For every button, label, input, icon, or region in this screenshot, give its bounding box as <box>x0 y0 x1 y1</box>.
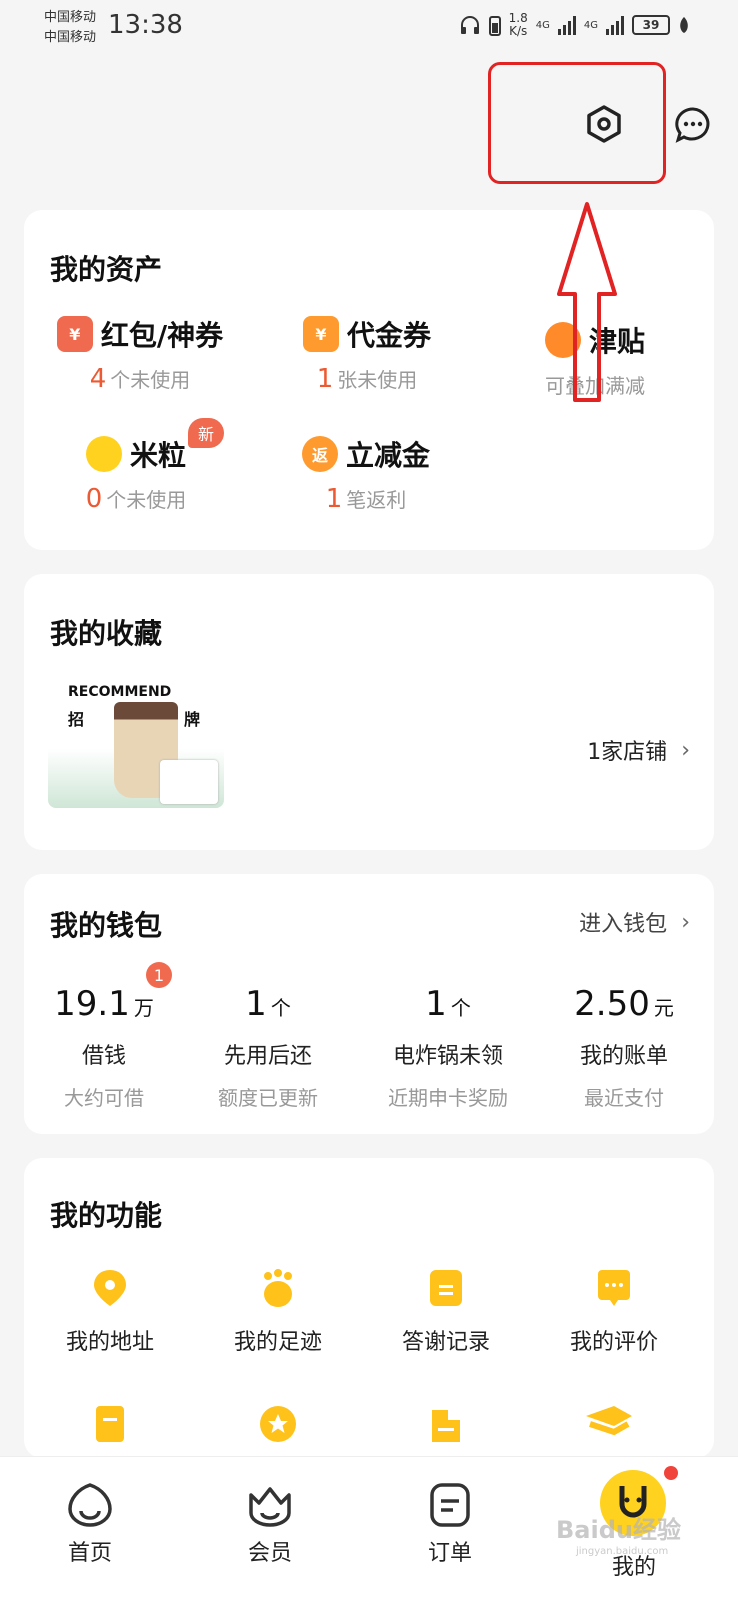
func-review[interactable]: 我的评价 <box>544 1268 684 1356</box>
asset-rebate[interactable]: 返立减金 1 笔返利 <box>296 434 436 514</box>
status-icons: 1.8 K/s 4G 4G 39 <box>459 12 690 38</box>
chevron-right-icon: › <box>681 737 690 763</box>
watermark: Baidu经验 <box>556 1516 681 1544</box>
tab-home[interactable]: 首页 <box>40 1481 140 1567</box>
wallet-loan[interactable]: 19.1 万 借钱 大约可借 <box>34 984 174 1111</box>
enter-wallet-link[interactable]: 进入钱包 › <box>579 906 690 938</box>
paw-icon <box>264 1269 292 1307</box>
watermark-url: jingyan.baidu.com <box>576 1546 669 1557</box>
network-speed: 1.8 K/s <box>508 11 528 38</box>
crown-face-icon <box>249 1487 291 1527</box>
func-footprint[interactable]: 我的足迹 <box>208 1268 348 1356</box>
assets-title: 我的资产 <box>50 253 163 286</box>
red-packet-icon: ¥ <box>56 316 93 352</box>
asset-rice[interactable]: 米粒 0 个未使用 <box>76 434 196 514</box>
receipt-icon[interactable] <box>90 1404 130 1444</box>
star-icon[interactable] <box>258 1404 298 1444</box>
func-thanks[interactable]: 答谢记录 <box>376 1268 516 1356</box>
asset-voucher[interactable]: ¥ 代金券 1 张未使用 <box>292 314 442 394</box>
battery-icon: 39 <box>632 15 670 35</box>
phone-battery-icon <box>488 16 501 36</box>
func-address[interactable]: 我的地址 <box>40 1268 180 1356</box>
annotation-arrow-icon <box>557 202 617 402</box>
functions-title: 我的功能 <box>50 1199 163 1232</box>
favorites-title: 我的收藏 <box>50 617 163 650</box>
wallet-fryer[interactable]: 1个 电炸锅未领 近期申卡奖励 <box>368 984 528 1111</box>
home-face-icon <box>68 1483 112 1527</box>
new-badge: 新 <box>188 418 224 448</box>
document-icon <box>430 1270 462 1306</box>
wallet-bill[interactable]: 2.50 元 我的账单 最近支付 <box>554 984 694 1111</box>
headphones-icon <box>460 16 479 34</box>
status-bar: 中国移动 中国移动 13:38 1.8 K/s 4G 4G 39 <box>0 0 738 56</box>
leaf-icon <box>680 17 688 33</box>
rice-icon <box>85 436 122 472</box>
favorite-shop-image[interactable]: RECOMMEND 招 牌 <box>48 676 224 808</box>
tab-member[interactable]: 会员 <box>220 1481 320 1567</box>
functions-card: 我的功能 我的地址 我的足迹 答谢记录 我的评价 <box>24 1158 714 1458</box>
chevron-right-icon: › <box>681 909 690 935</box>
delivery-icon[interactable] <box>584 1402 634 1442</box>
network-type-1: 4G <box>535 19 550 31</box>
location-icon <box>94 1270 126 1306</box>
wallet-card: 我的钱包 进入钱包 › 19.1 万 借钱 大约可借 1个 先用后还 额度已更新 … <box>24 874 714 1134</box>
signal-icon <box>557 15 576 35</box>
signal-icon-2 <box>606 15 624 35</box>
shop-count-link[interactable]: 1家店铺 › <box>587 734 690 766</box>
highlight-box <box>488 62 666 184</box>
carrier-info: 中国移动 中国移动 <box>44 10 97 45</box>
asset-red-packet[interactable]: ¥ 红包/神券 4 个未使用 <box>50 314 230 394</box>
comment-icon <box>598 1270 630 1306</box>
message-icon[interactable] <box>674 106 712 144</box>
drink-card <box>160 760 218 804</box>
tab-orders[interactable]: 订单 <box>400 1481 500 1567</box>
wallet-badge: 1 <box>146 962 172 988</box>
order-icon <box>430 1483 470 1527</box>
favorites-card: 我的收藏 RECOMMEND 招 牌 1家店铺 › <box>24 574 714 850</box>
voucher-icon: ¥ <box>302 316 339 352</box>
wallet-title: 我的钱包 <box>50 909 163 942</box>
network-type-2: 4G <box>583 19 598 31</box>
wallet-pay-later[interactable]: 1个 先用后还 额度已更新 <box>198 984 338 1111</box>
rebate-icon: 返 <box>301 436 338 472</box>
notification-dot <box>664 1466 678 1480</box>
shop-icon[interactable] <box>426 1404 466 1444</box>
clock: 13:38 <box>108 10 183 40</box>
